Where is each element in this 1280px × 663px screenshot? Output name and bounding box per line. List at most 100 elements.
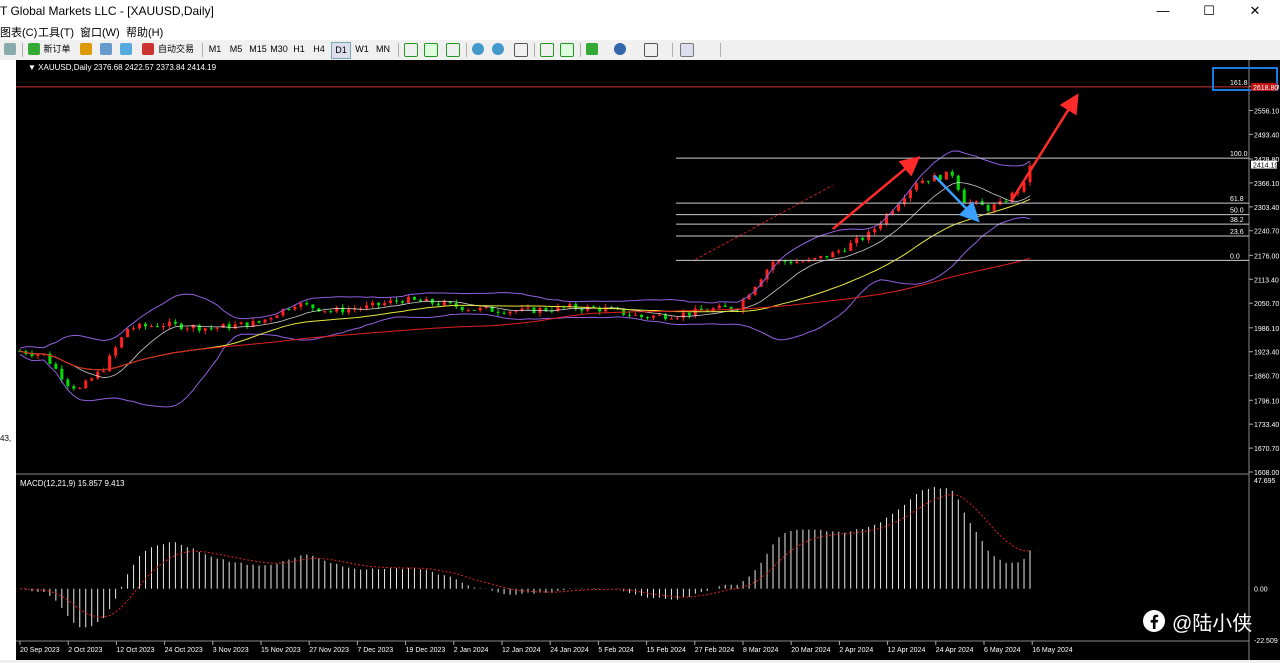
tf-m5[interactable]: M5 xyxy=(226,42,246,57)
menu-help[interactable]: 帮助(H) xyxy=(126,24,163,40)
candle-body xyxy=(675,317,679,319)
arrow-up-target xyxy=(1011,93,1079,201)
tf-h1[interactable]: H1 xyxy=(290,42,308,57)
candle-body xyxy=(526,307,530,309)
left-panel-strip[interactable]: 43, xyxy=(0,60,17,660)
macd-axis-label: 47.695 xyxy=(1254,478,1276,485)
candle-chart-icon[interactable] xyxy=(424,43,438,57)
expert-icon[interactable] xyxy=(80,43,92,55)
maximize-button[interactable]: ☐ xyxy=(1186,0,1232,22)
bollinger-lower xyxy=(19,216,1031,408)
candle-body xyxy=(926,180,930,182)
toolbar: 新订单 自动交易 M1 M5 M15 M30 H1 H4 D1 W1 MN xyxy=(0,40,1280,61)
price-axis-label: 2240.70 xyxy=(1254,229,1279,236)
tile-windows-icon[interactable] xyxy=(514,43,528,57)
new-order-icon[interactable] xyxy=(28,43,40,55)
candle-body xyxy=(496,311,500,313)
bar-chart-icon[interactable] xyxy=(404,43,418,57)
arrows-icon[interactable] xyxy=(874,43,886,55)
candle-body xyxy=(418,299,422,302)
candle-body xyxy=(114,347,118,356)
tf-w1[interactable]: W1 xyxy=(352,42,372,57)
chart-shift-icon[interactable] xyxy=(560,43,574,57)
candle-body xyxy=(144,323,148,327)
candle-body xyxy=(502,312,506,314)
candle-body xyxy=(347,309,351,313)
menu-chart[interactable]: 图表(C) xyxy=(0,24,37,40)
templates-icon[interactable] xyxy=(644,43,658,57)
candle-body xyxy=(640,314,644,318)
tf-m1[interactable]: M1 xyxy=(206,42,224,57)
text-icon[interactable] xyxy=(832,43,844,55)
new-order-button[interactable]: 新订单 xyxy=(42,42,72,57)
menu-window[interactable]: 窗口(W) xyxy=(80,24,120,40)
candle-body xyxy=(155,326,159,328)
candle-body xyxy=(389,300,393,304)
tf-m15[interactable]: M15 xyxy=(248,42,268,57)
close-button[interactable]: ✕ xyxy=(1232,0,1278,22)
zoom-window-icon[interactable] xyxy=(4,43,16,55)
trendline-icon[interactable] xyxy=(768,43,780,55)
autoscroll-icon[interactable] xyxy=(540,43,554,57)
candle-body xyxy=(275,315,279,319)
chat-icon[interactable] xyxy=(1264,43,1276,55)
tf-d1[interactable]: D1 xyxy=(331,42,351,59)
date-axis-label: 15 Nov 2023 xyxy=(261,647,301,654)
price-axis-label: 2113.40 xyxy=(1254,277,1279,284)
candle-body xyxy=(819,255,823,259)
ma-slow xyxy=(19,257,1031,371)
date-axis-label: 27 Nov 2023 xyxy=(309,647,349,654)
candle-body xyxy=(663,314,667,319)
channel-icon[interactable] xyxy=(790,43,802,55)
search-icon[interactable] xyxy=(1244,43,1256,55)
history-icon[interactable] xyxy=(100,43,112,55)
minimize-button[interactable]: — xyxy=(1140,0,1186,22)
tf-m30[interactable]: M30 xyxy=(269,42,289,57)
menu-tools[interactable]: 工具(T) xyxy=(38,24,74,40)
target-price-label: 2618.80 xyxy=(1253,85,1278,92)
candle-body xyxy=(412,296,416,300)
candle-body xyxy=(944,171,948,180)
facebook-icon xyxy=(1143,610,1165,632)
tf-h4[interactable]: H4 xyxy=(310,42,328,57)
auto-trade-button[interactable]: 自动交易 xyxy=(156,42,196,57)
candle-body xyxy=(813,258,817,260)
price-axis-label: 2303.40 xyxy=(1254,205,1279,212)
candle-body xyxy=(96,371,100,379)
cursor-icon[interactable] xyxy=(680,43,694,57)
candle-body xyxy=(66,379,70,387)
auto-trade-icon[interactable] xyxy=(142,43,154,55)
date-axis-label: 19 Dec 2023 xyxy=(406,647,446,654)
vertical-line-icon[interactable] xyxy=(728,43,740,55)
horizontal-line-icon[interactable] xyxy=(748,43,760,55)
zoom-out-icon[interactable] xyxy=(492,43,504,55)
candle-body xyxy=(950,171,954,176)
candle-body xyxy=(801,261,805,263)
tf-mn[interactable]: MN xyxy=(373,42,393,57)
price-chart[interactable]: ▼ XAUUSD,Daily 2376.68 2422.57 2373.84 2… xyxy=(16,60,1280,660)
indicators-icon[interactable] xyxy=(586,43,598,55)
candle-body xyxy=(460,306,464,311)
chart-window[interactable]: ▼ XAUUSD,Daily 2376.68 2422.57 2373.84 2… xyxy=(16,60,1280,660)
globe-icon[interactable] xyxy=(120,43,132,55)
label-icon[interactable] xyxy=(852,43,864,55)
candle-body xyxy=(920,180,924,184)
price-axis-label: 2493.40 xyxy=(1254,132,1279,139)
crosshair-icon[interactable] xyxy=(700,43,712,55)
price-axis-label: 1923.40 xyxy=(1254,350,1279,357)
fib-label: 38.2 xyxy=(1230,217,1244,224)
arrow-up-rally xyxy=(831,156,921,231)
title-bar: T Global Markets LLC - [XAUUSD,Daily] — … xyxy=(0,0,1280,22)
price-axis-label: 1670.70 xyxy=(1254,446,1279,453)
line-chart-icon[interactable] xyxy=(446,43,460,57)
chart-symbol-header: ▼ XAUUSD,Daily 2376.68 2422.57 2373.84 2… xyxy=(28,63,217,72)
fibonacci-icon[interactable] xyxy=(810,43,822,55)
periods-icon[interactable] xyxy=(614,43,626,55)
zoom-in-icon[interactable] xyxy=(472,43,484,55)
arrow-down-pullback xyxy=(933,174,980,223)
left-margin-text: 43, xyxy=(0,434,12,443)
fib-label: 100.0 xyxy=(1230,151,1248,158)
candle-body xyxy=(669,318,673,320)
candle-body xyxy=(843,250,847,252)
candle-body xyxy=(717,305,721,309)
